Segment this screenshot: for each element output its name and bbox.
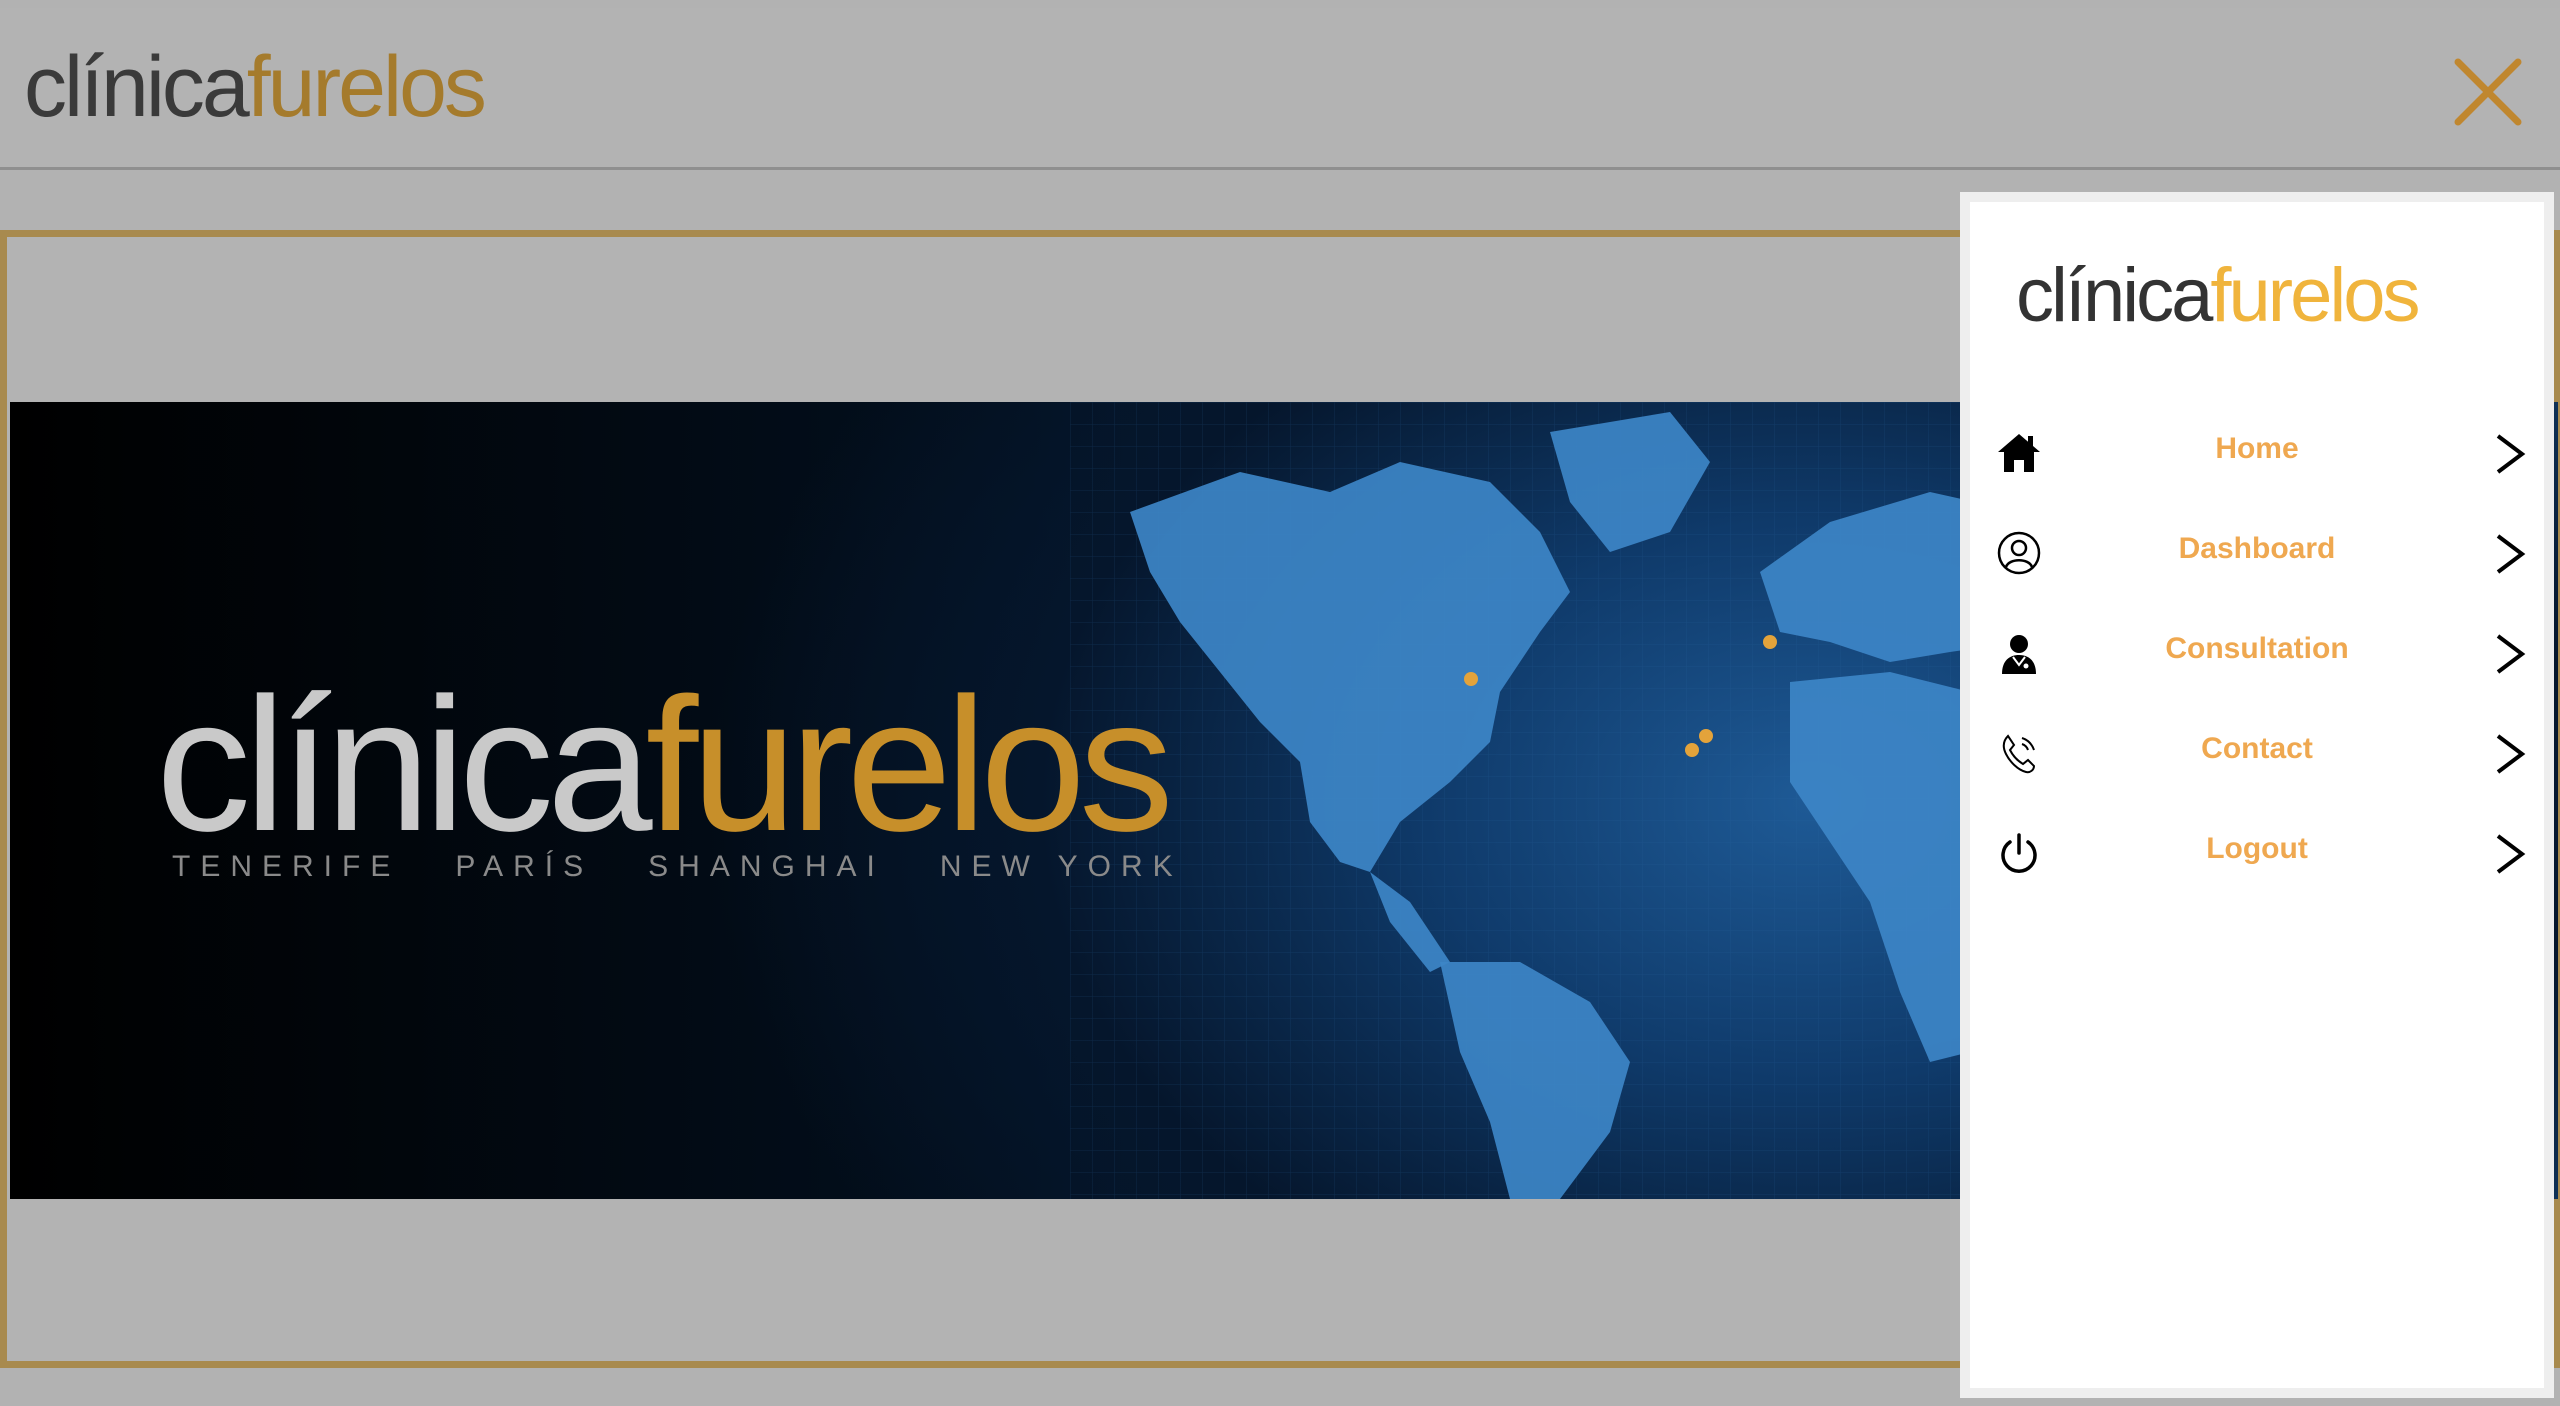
header-logo[interactable]: clínicafurelos — [24, 44, 487, 130]
chevron-right-icon — [2496, 834, 2526, 874]
menu-item-home-label: Home — [2215, 432, 2299, 465]
menu-logo[interactable]: clínicafurelos — [2016, 258, 2421, 334]
banner-logo-part2: furelos — [645, 659, 1174, 871]
side-menu: clínicafurelos Home Dashboard Consultati… — [1960, 192, 2554, 1398]
menu-item-dashboard-label: Dashboard — [2178, 532, 2336, 565]
menu-logo-part1: clínica — [2016, 253, 2213, 338]
menu-item-home[interactable]: Home — [1970, 402, 2544, 502]
chevron-right-icon — [2496, 434, 2526, 474]
menu-logo-part2: furelos — [2210, 253, 2420, 338]
menu-item-consultation-label: Consultation — [2165, 632, 2349, 665]
banner-logo: clínicafurelos — [156, 670, 1174, 860]
header-logo-part1: clínica — [24, 39, 250, 135]
header-logo-part2: furelos — [246, 39, 487, 135]
banner-cities: TENERIFE PARÍS SHANGHAI NEW YORK — [172, 850, 1183, 883]
menu-item-contact[interactable]: Contact — [1970, 702, 2544, 802]
menu-item-dashboard[interactable]: Dashboard — [1970, 502, 2544, 602]
menu-item-contact-label: Contact — [2201, 732, 2313, 765]
menu-item-consultation[interactable]: Consultation — [1970, 602, 2544, 702]
chevron-right-icon — [2496, 734, 2526, 774]
close-icon[interactable] — [2452, 56, 2524, 128]
chevron-right-icon — [2496, 534, 2526, 574]
menu-item-logout-label: Logout — [2206, 832, 2308, 865]
menu-item-logout[interactable]: Logout — [1970, 802, 2544, 902]
menu-list: Home Dashboard Consultation Contact Logo… — [1970, 402, 2544, 902]
top-header: clínicafurelos — [0, 8, 2560, 170]
banner-logo-part1: clínica — [156, 659, 653, 871]
chevron-right-icon — [2496, 634, 2526, 674]
